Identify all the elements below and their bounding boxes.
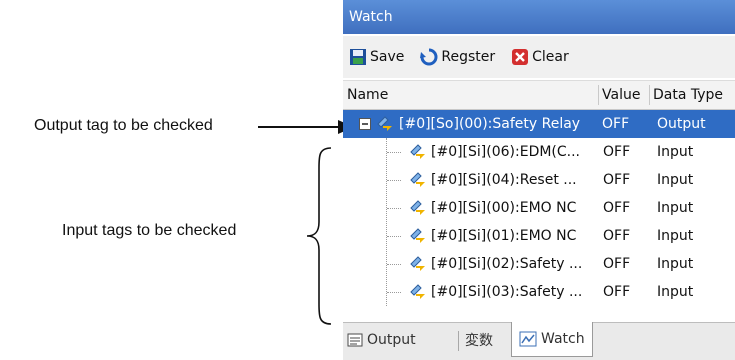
tag-icon bbox=[410, 256, 425, 271]
tag-value: OFF bbox=[603, 172, 631, 188]
tag-value: OFF bbox=[602, 116, 630, 132]
output-tag-annotation: Output tag to be checked bbox=[34, 117, 213, 134]
tag-name: [#0][Si](06):EDM(C... bbox=[431, 144, 581, 160]
tab-watch-label: Watch bbox=[541, 331, 585, 347]
tag-type: Output bbox=[657, 116, 706, 132]
clear-label: Clear bbox=[532, 49, 569, 65]
tag-type: Input bbox=[657, 284, 694, 300]
tab-variables[interactable]: 変数 bbox=[465, 323, 493, 357]
tag-icon bbox=[410, 144, 425, 159]
tag-icon bbox=[377, 116, 392, 131]
brace-annotation bbox=[306, 147, 332, 325]
column-data-type[interactable]: Data Type bbox=[653, 81, 723, 109]
toolbar: Save Regster Clear bbox=[343, 36, 735, 78]
tag-name: [#0][Si](04):Reset ... bbox=[431, 172, 577, 188]
column-name[interactable]: Name bbox=[347, 81, 388, 109]
column-header: Name Value Data Type bbox=[343, 80, 735, 110]
tag-name: [#0][Si](00):EMO NC bbox=[431, 200, 577, 216]
tab-output[interactable]: Output bbox=[347, 323, 416, 357]
tag-type: Input bbox=[657, 228, 694, 244]
tree-row-input[interactable]: [#0][Si](01):EMO NC OFF Input bbox=[343, 222, 735, 250]
tag-name: [#0][So](00):Safety Relay bbox=[399, 116, 581, 132]
output-icon bbox=[347, 333, 363, 347]
register-label: Regster bbox=[441, 49, 496, 65]
tree-line bbox=[387, 264, 401, 265]
tag-type: Input bbox=[657, 144, 694, 160]
watch-icon bbox=[519, 331, 537, 347]
tag-value: OFF bbox=[603, 256, 631, 272]
save-icon bbox=[350, 49, 366, 65]
tree-line bbox=[387, 152, 401, 153]
tag-icon bbox=[410, 284, 425, 299]
tree-line bbox=[387, 292, 401, 293]
tree-row-output[interactable]: [#0][So](00):Safety Relay OFF Output bbox=[343, 110, 735, 138]
column-divider[interactable] bbox=[649, 85, 650, 105]
input-tags-annotation: Input tags to be checked bbox=[62, 222, 237, 239]
tree-line bbox=[387, 208, 401, 209]
refresh-icon bbox=[420, 48, 438, 66]
tag-value: OFF bbox=[603, 200, 631, 216]
tab-watch[interactable]: Watch bbox=[511, 322, 593, 357]
tree-row-input[interactable]: [#0][Si](06):EDM(C... OFF Input bbox=[343, 138, 735, 166]
tag-icon bbox=[410, 172, 425, 187]
bottom-tab-bar: Output 変数 Watch bbox=[343, 322, 735, 360]
tree-line bbox=[387, 180, 401, 181]
tab-output-label: Output bbox=[367, 332, 416, 348]
tab-variables-label: 変数 bbox=[465, 333, 493, 349]
tree-row-input[interactable]: [#0][Si](04):Reset ... OFF Input bbox=[343, 166, 735, 194]
tree-row-input[interactable]: [#0][Si](00):EMO NC OFF Input bbox=[343, 194, 735, 222]
tag-type: Input bbox=[657, 172, 694, 188]
collapse-icon[interactable] bbox=[359, 118, 371, 130]
tag-value: OFF bbox=[603, 228, 631, 244]
tab-divider bbox=[458, 331, 459, 351]
tag-name: [#0][Si](02):Safety ... bbox=[431, 256, 583, 272]
column-divider[interactable] bbox=[598, 85, 599, 105]
window-title: Watch bbox=[343, 0, 735, 34]
tag-value: OFF bbox=[603, 284, 631, 300]
clear-button[interactable]: Clear bbox=[511, 48, 569, 66]
tag-type: Input bbox=[657, 200, 694, 216]
clear-icon bbox=[512, 49, 529, 65]
tag-icon bbox=[410, 228, 425, 243]
tree-row-input[interactable]: [#0][Si](02):Safety ... OFF Input bbox=[343, 250, 735, 278]
tree-line bbox=[387, 236, 401, 237]
tag-type: Input bbox=[657, 256, 694, 272]
tag-name: [#0][Si](03):Safety ... bbox=[431, 284, 583, 300]
column-value[interactable]: Value bbox=[602, 81, 640, 109]
register-button[interactable]: Regster bbox=[420, 48, 495, 66]
tree-row-input[interactable]: [#0][Si](03):Safety ... OFF Input bbox=[343, 278, 735, 306]
tag-icon bbox=[410, 200, 425, 215]
tag-name: [#0][Si](01):EMO NC bbox=[431, 228, 577, 244]
tag-value: OFF bbox=[603, 144, 631, 160]
save-label: Save bbox=[370, 49, 405, 65]
watch-window: Watch Save Regster Clear Name Value Data… bbox=[343, 0, 735, 360]
save-button[interactable]: Save bbox=[349, 48, 404, 66]
